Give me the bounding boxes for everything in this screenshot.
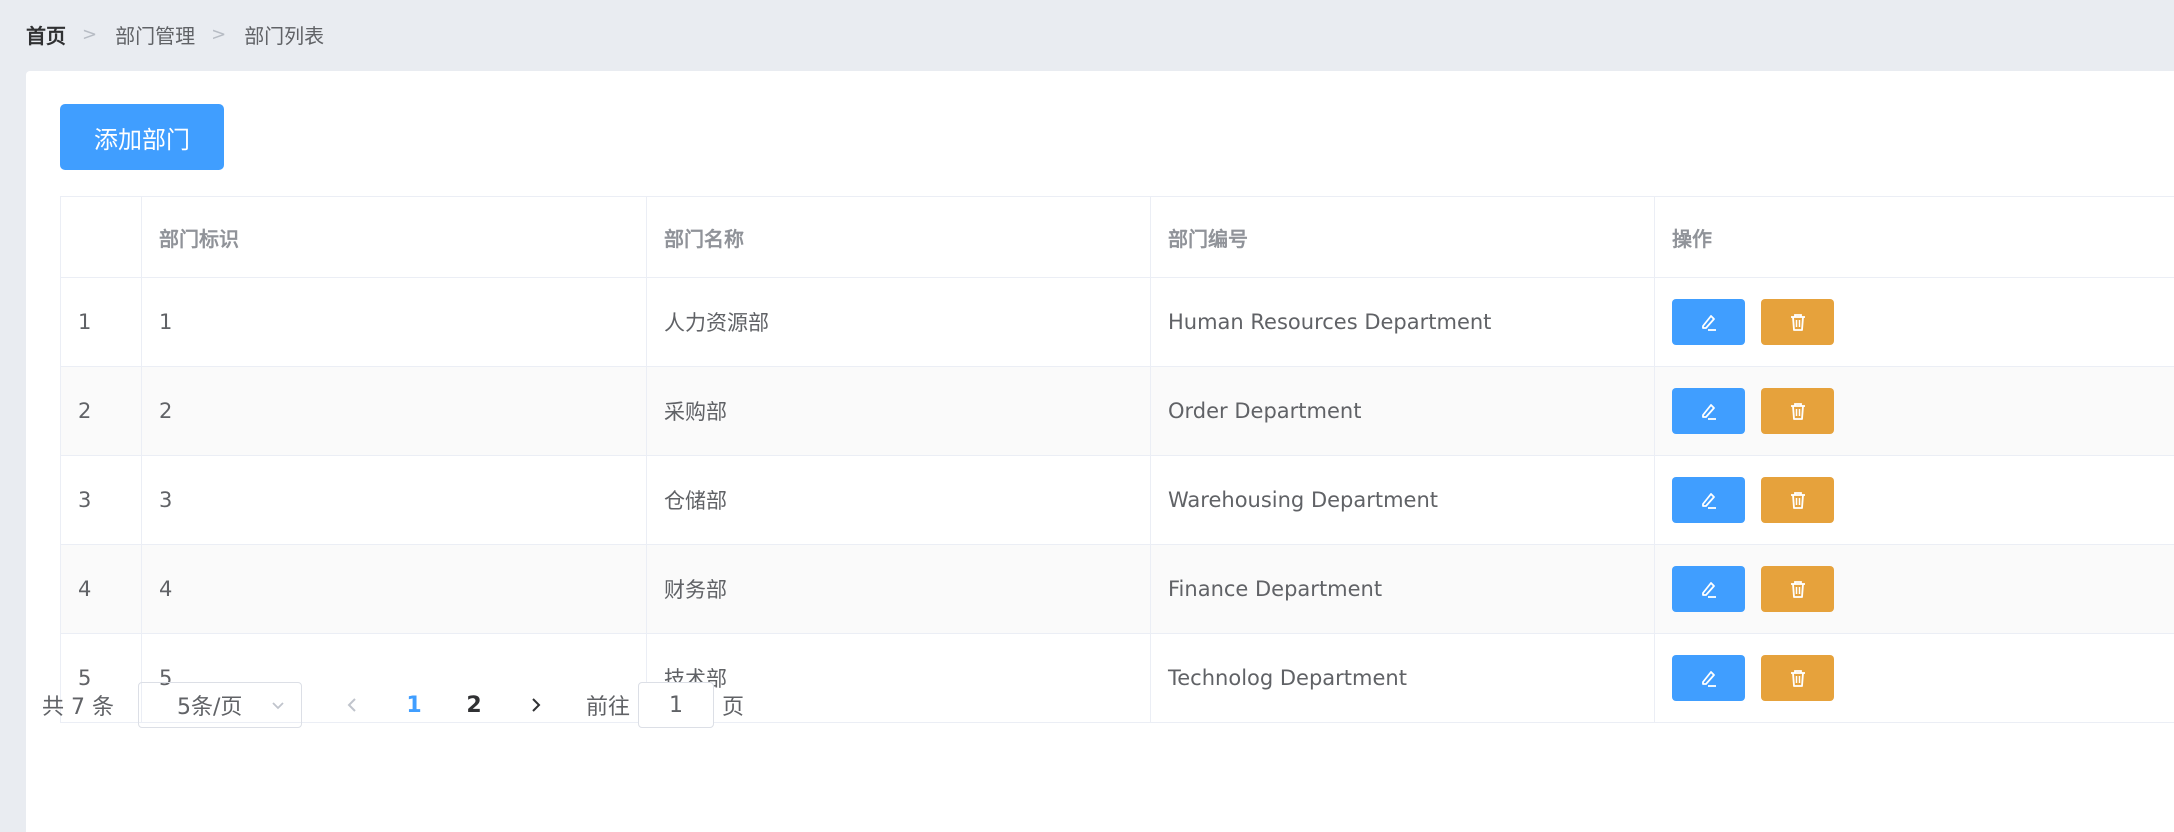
goto-page-input[interactable] [638, 682, 714, 728]
row-index: 3 [60, 455, 142, 545]
add-department-button[interactable]: 添加部门 [60, 104, 224, 170]
page-number[interactable]: 2 [454, 693, 494, 718]
department-code: Order Department [1150, 366, 1655, 456]
column-header-actions: 操作 [1654, 196, 2174, 278]
delete-icon [1790, 581, 1805, 598]
table-row: 3 3 仓储部 Warehousing Department [60, 455, 2174, 545]
prev-page-button[interactable] [338, 682, 368, 728]
chevron-left-icon [347, 698, 356, 712]
page-size-select[interactable]: 5条/页 [137, 682, 302, 728]
breadcrumb-department-list: 部门列表 [244, 23, 325, 48]
column-header-index [60, 196, 142, 278]
department-name: 财务部 [646, 544, 1151, 634]
chevron-down-icon [272, 702, 284, 710]
column-header-code: 部门编号 [1150, 196, 1655, 278]
page-number[interactable]: 1 [394, 693, 434, 718]
department-name: 仓储部 [646, 455, 1151, 545]
row-actions [1654, 455, 2174, 545]
table-row: 4 4 财务部 Finance Department [60, 544, 2174, 634]
row-actions [1654, 366, 2174, 456]
breadcrumb-home[interactable]: 首页 [26, 20, 66, 49]
department-name: 人力资源部 [646, 277, 1151, 367]
department-name: 采购部 [646, 366, 1151, 456]
column-header-name: 部门名称 [646, 196, 1151, 278]
page-size-value: 5条/页 [176, 695, 243, 720]
delete-icon [1790, 670, 1805, 687]
breadcrumb-department-management[interactable]: 部门管理 [115, 20, 195, 49]
edit-button[interactable] [1672, 299, 1745, 345]
edit-icon [1701, 582, 1716, 598]
chevron-right-icon [532, 698, 541, 712]
row-actions [1654, 277, 2174, 367]
pagination-total: 共 7 条 [42, 695, 114, 720]
breadcrumb: 首页 > 部门管理 > 部门列表 [26, 14, 324, 54]
chevron-right-icon: > [211, 23, 227, 45]
table-row: 2 2 采购部 Order Department [60, 366, 2174, 456]
department-code: Finance Department [1150, 544, 1655, 634]
row-index: 1 [60, 277, 142, 367]
edit-button[interactable] [1672, 477, 1745, 523]
delete-button[interactable] [1761, 477, 1834, 523]
goto-label: 前往 [585, 695, 630, 720]
column-header-id: 部门标识 [141, 196, 647, 278]
department-id: 3 [141, 455, 647, 545]
department-id: 2 [141, 366, 647, 456]
delete-button[interactable] [1761, 388, 1834, 434]
edit-button[interactable] [1672, 566, 1745, 612]
edit-icon [1701, 404, 1716, 420]
department-table: 部门标识 部门名称 部门编号 操作 1 1 人力资源部 Human Resour… [60, 196, 2174, 723]
edit-icon [1701, 671, 1716, 687]
table-row: 1 1 人力资源部 Human Resources Department [60, 277, 2174, 367]
pagination: 共 7 条 5条/页 1 2 前往 页 [42, 681, 744, 729]
table-header-row: 部门标识 部门名称 部门编号 操作 [60, 196, 2174, 278]
page-suffix: 页 [722, 695, 745, 720]
delete-button[interactable] [1761, 566, 1834, 612]
delete-button[interactable] [1761, 299, 1834, 345]
next-page-button[interactable] [520, 682, 550, 728]
edit-button[interactable] [1672, 655, 1745, 701]
row-index: 4 [60, 544, 142, 634]
edit-button[interactable] [1672, 388, 1745, 434]
chevron-right-icon: > [82, 23, 98, 45]
row-actions [1654, 633, 2174, 723]
delete-icon [1790, 492, 1805, 509]
department-id: 4 [141, 544, 647, 634]
row-actions [1654, 544, 2174, 634]
department-code: Technolog Department [1150, 633, 1655, 723]
delete-icon [1790, 403, 1805, 420]
delete-button[interactable] [1761, 655, 1834, 701]
edit-icon [1701, 315, 1716, 331]
row-index: 2 [60, 366, 142, 456]
department-id: 1 [141, 277, 647, 367]
edit-icon [1701, 493, 1716, 509]
department-code: Warehousing Department [1150, 455, 1655, 545]
delete-icon [1790, 314, 1805, 331]
department-code: Human Resources Department [1150, 277, 1655, 367]
